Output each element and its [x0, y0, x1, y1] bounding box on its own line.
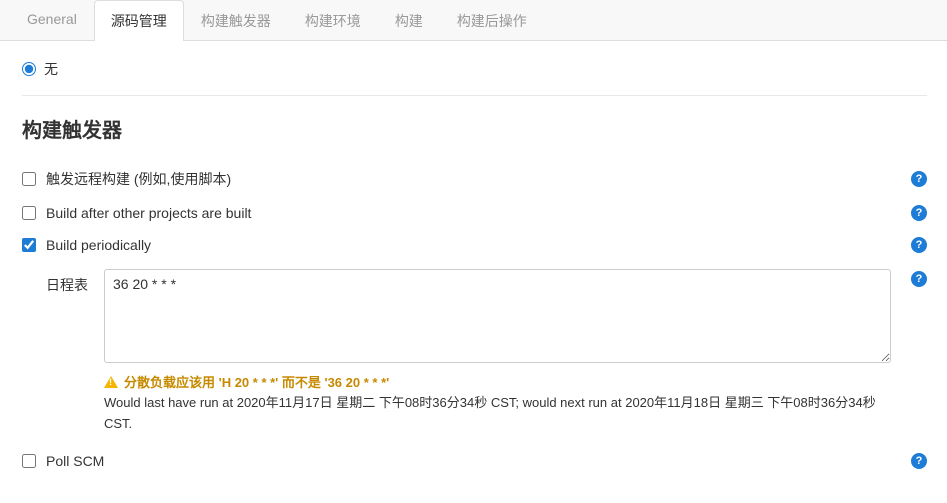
- trigger-remote-label: 触发远程构建 (例如,使用脚本): [46, 169, 231, 189]
- trigger-remote-row: 触发远程构建 (例如,使用脚本) ?: [22, 169, 927, 189]
- tab-post[interactable]: 构建后操作: [440, 0, 544, 41]
- trigger-poll-scm-label: Poll SCM: [46, 453, 104, 469]
- trigger-remote-checkbox[interactable]: [22, 172, 36, 186]
- triggers-heading: 构建触发器: [22, 114, 927, 143]
- schedule-label: 日程表: [46, 269, 90, 295]
- trigger-periodically-row: Build periodically ?: [22, 237, 927, 253]
- schedule-warning-text: 分散负载应该用 'H 20 * * *' 而不是 '36 20 * * *': [124, 372, 389, 391]
- schedule-info-text: Would last have run at 2020年11月17日 星期二 下…: [104, 393, 891, 435]
- tab-bar: General 源码管理 构建触发器 构建环境 构建 构建后操作: [0, 0, 947, 41]
- warning-icon: [104, 376, 118, 388]
- schedule-warning-row: 分散负载应该用 'H 20 * * *' 而不是 '36 20 * * *': [104, 372, 891, 391]
- tab-build[interactable]: 构建: [378, 0, 440, 41]
- tab-triggers[interactable]: 构建触发器: [184, 0, 288, 41]
- schedule-textarea[interactable]: [104, 269, 891, 363]
- trigger-poll-scm-row: Poll SCM ?: [22, 453, 927, 469]
- separator: [22, 95, 927, 96]
- trigger-after-projects-row: Build after other projects are built ?: [22, 205, 927, 221]
- help-icon[interactable]: ?: [911, 205, 927, 221]
- trigger-poll-scm-checkbox[interactable]: [22, 454, 36, 468]
- trigger-after-projects-checkbox[interactable]: [22, 206, 36, 220]
- trigger-periodically-checkbox[interactable]: [22, 238, 36, 252]
- content-area: 无 构建触发器 触发远程构建 (例如,使用脚本) ? Build after o…: [0, 41, 947, 501]
- tab-scm[interactable]: 源码管理: [94, 0, 184, 41]
- help-icon[interactable]: ?: [911, 171, 927, 187]
- scm-none-row: 无: [22, 59, 927, 79]
- tab-env[interactable]: 构建环境: [288, 0, 378, 41]
- help-icon[interactable]: ?: [911, 271, 927, 287]
- schedule-block: 日程表 分散负载应该用 'H 20 * * *' 而不是 '36 20 * * …: [46, 269, 927, 435]
- tab-general[interactable]: General: [10, 0, 94, 41]
- scm-none-radio[interactable]: [22, 62, 36, 76]
- scm-none-label: 无: [44, 59, 58, 79]
- trigger-after-projects-label: Build after other projects are built: [46, 205, 251, 221]
- trigger-periodically-label: Build periodically: [46, 237, 151, 253]
- help-icon[interactable]: ?: [911, 453, 927, 469]
- help-icon[interactable]: ?: [911, 237, 927, 253]
